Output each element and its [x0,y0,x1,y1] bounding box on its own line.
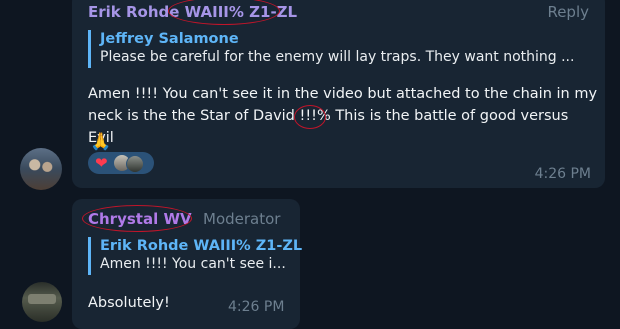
quoted-text: Please be careful for the enemy will lay… [100,49,575,65]
message-text: Amen !!!! You can't see it in the video … [88,83,598,149]
message-bubble: Chrystal WV Moderator Erik Rohde WAIII% … [72,199,303,329]
reactor-avatar [126,155,144,173]
quoted-author: Erik Rohde WAIII% Z1-ZL [100,238,303,254]
quoted-text: Amen !!!! You can't see i... [100,256,286,272]
annotation-circle [294,105,326,129]
reply-button[interactable]: Reply [547,3,589,21]
reply-quote[interactable]: Jeffrey Salamone Please be careful for t… [88,30,590,68]
avatar-erik-rohde[interactable] [20,148,62,190]
message-segment: neck is the the Star of David [88,108,300,124]
reply-quote[interactable]: Erik Rohde WAIII% Z1-ZL Amen !!!! You ca… [88,237,303,275]
heart-icon: ❤ [95,154,108,172]
quoted-author: Jeffrey Salamone [100,31,239,47]
message-line: neck is the the Star of David !!!% This … [88,105,598,149]
annotation-circle [82,205,192,232]
message-text: Absolutely! [88,295,170,311]
timestamp: 4:26 PM [228,299,285,315]
reaction-pill[interactable]: ❤ [88,152,154,174]
annotation-circle [168,0,280,25]
pray-emoji: 🙏 [90,132,112,152]
timestamp: 4:26 PM [534,166,591,182]
message-line: Amen !!!! You can't see it in the video … [88,86,598,102]
role-badge: Moderator [203,210,281,228]
avatar-chrystal-wv[interactable] [22,282,62,322]
message-bubble: Erik Rohde WAIII% Z1-ZL Reply Jeffrey Sa… [72,0,605,188]
